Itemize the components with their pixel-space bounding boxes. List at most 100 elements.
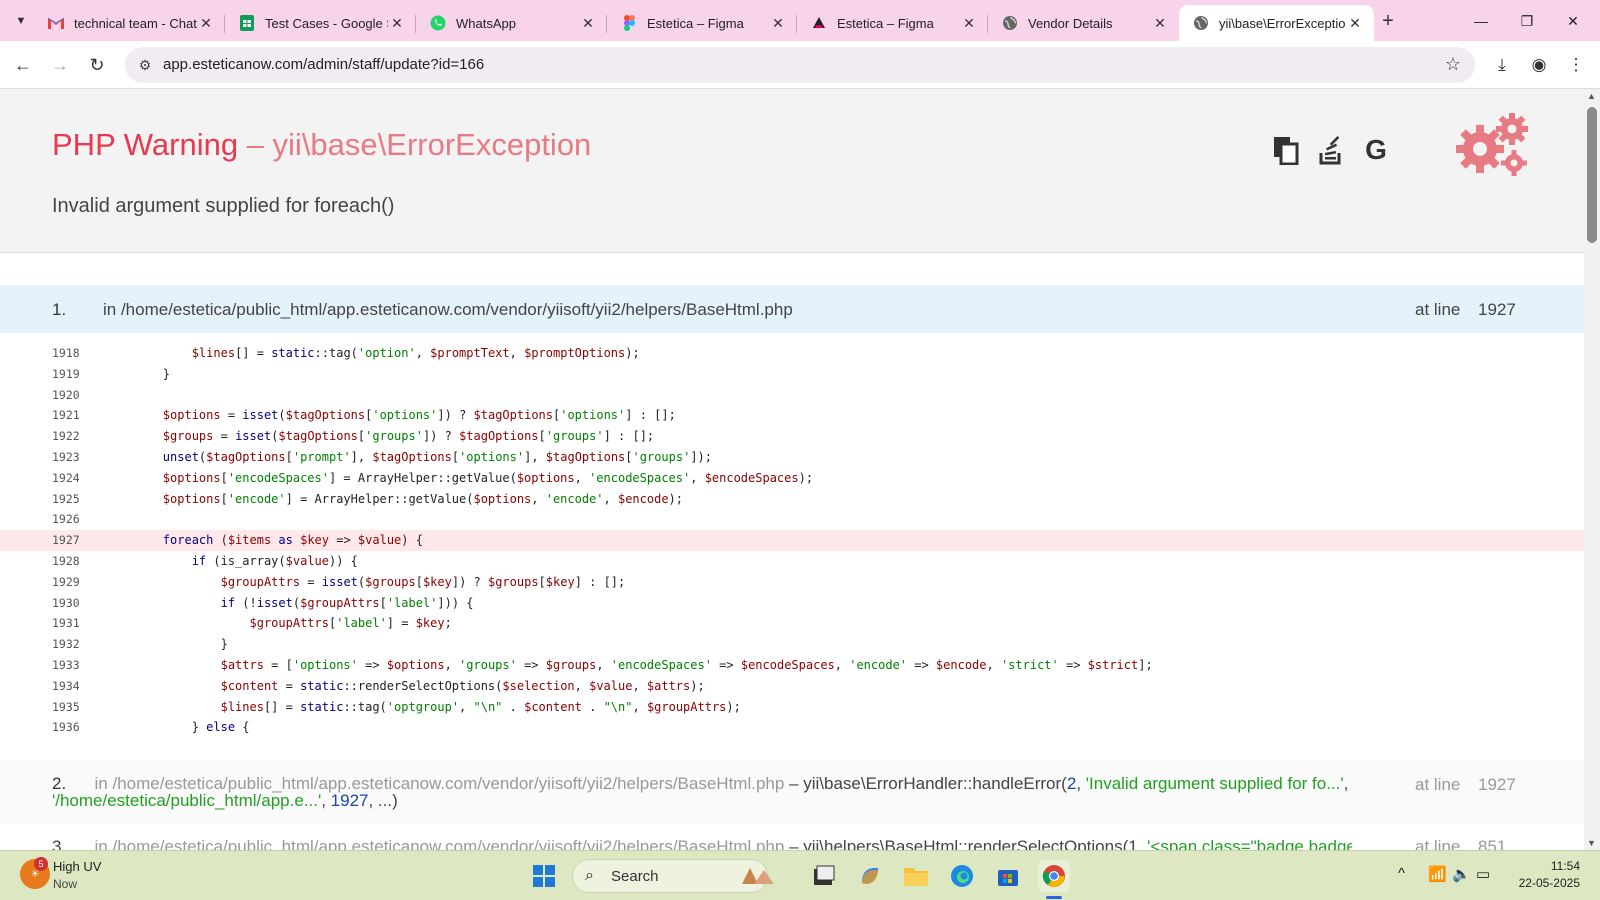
code-line: 1924 $options['encodeSpaces'] = ArrayHel… bbox=[0, 468, 1584, 489]
figma-dark-icon bbox=[811, 15, 827, 31]
call-stack-item[interactable]: 3. in /home/estetica/public_html/app.est… bbox=[0, 835, 1584, 850]
close-tab-icon[interactable]: ✕ bbox=[1346, 15, 1364, 32]
code-text: } bbox=[105, 637, 228, 652]
code-line: 1931 $groupAttrs['label'] = $key; bbox=[0, 613, 1584, 634]
copilot-icon[interactable] bbox=[854, 860, 886, 892]
close-tab-icon[interactable]: ✕ bbox=[197, 15, 215, 32]
browser-toolbar: ← → ↻ ⚙ app.esteticanow.com/admin/staff/… bbox=[0, 41, 1600, 89]
bookmark-star-icon[interactable]: ☆ bbox=[1445, 54, 1461, 75]
code-text: $options = isset($tagOptions['options'])… bbox=[162, 408, 676, 423]
code-text: $options['encodeSpaces'] = ArrayHelper::… bbox=[162, 470, 814, 485]
code-line: 1934 $content = static::renderSelectOpti… bbox=[0, 676, 1584, 697]
call-stack-item[interactable]: 1. in /home/estetica/public_html/app.est… bbox=[0, 285, 1584, 333]
code-line: 1922 $groups = isset($tagOptions['groups… bbox=[0, 426, 1584, 447]
code-text: foreach ($items as $key => $value) { bbox=[162, 533, 423, 548]
code-line: 1919 } bbox=[0, 364, 1584, 385]
back-button[interactable]: ← bbox=[9, 51, 37, 79]
error-message: Invalid argument supplied for foreach() bbox=[52, 195, 395, 217]
code-line: 1936 } else { bbox=[0, 717, 1584, 738]
site-info-icon[interactable]: ⚙ bbox=[135, 55, 155, 75]
call-stack-item[interactable]: 2. in /home/estetica/public_html/app.est… bbox=[0, 760, 1584, 824]
tab-7[interactable]: yii\base\ErrorException ✕ bbox=[1179, 5, 1374, 41]
scrollbar-thumb[interactable] bbox=[1587, 107, 1597, 243]
copy-stacktrace-icon[interactable] bbox=[1270, 133, 1302, 167]
code-text: $groups = isset($tagOptions['groups']) ?… bbox=[162, 429, 655, 444]
chevron-up-icon[interactable]: ^ bbox=[1398, 865, 1405, 882]
line-number: 1932 bbox=[52, 637, 80, 652]
call-file-path: in /home/estetica/public_html/app.esteti… bbox=[94, 837, 785, 850]
battery-icon[interactable]: ▭ bbox=[1476, 865, 1490, 883]
code-text: $lines[] = static::tag('option', $prompt… bbox=[191, 346, 640, 360]
weather-subtitle: Now bbox=[53, 877, 78, 891]
close-tab-icon[interactable]: ✕ bbox=[960, 15, 978, 32]
code-snippet: 1918 $lines[] = static::tag('option', $p… bbox=[0, 343, 1584, 751]
line-number: 1919 bbox=[52, 366, 80, 381]
close-tab-icon[interactable]: ✕ bbox=[769, 15, 787, 32]
code-line: 1927 foreach ($items as $key => $value) … bbox=[0, 530, 1584, 552]
system-clock[interactable]: 11:54 22-05-2025 bbox=[1519, 858, 1580, 892]
code-line: 1935 $lines[] = static::tag('optgroup', … bbox=[0, 697, 1584, 718]
code-line: 1921 $options = isset($tagOptions['optio… bbox=[0, 405, 1584, 426]
restore-button[interactable]: ❐ bbox=[1504, 6, 1550, 36]
close-tab-icon[interactable]: ✕ bbox=[579, 15, 597, 32]
url-text[interactable]: app.esteticanow.com/admin/staff/update?i… bbox=[163, 56, 484, 73]
chrome-taskbar-icon[interactable] bbox=[1038, 860, 1070, 892]
line-number: 1931 bbox=[52, 616, 80, 631]
tab-title: Vendor Details bbox=[1028, 15, 1113, 31]
minimize-icon: — bbox=[1474, 13, 1488, 29]
tab-search-button[interactable]: ▼ bbox=[8, 8, 34, 34]
menu-kebab-icon[interactable]: ⋮ bbox=[1564, 53, 1588, 77]
windows-start-icon[interactable] bbox=[528, 860, 560, 892]
file-explorer-icon[interactable] bbox=[900, 860, 932, 892]
profile-icon[interactable]: ◉ bbox=[1527, 53, 1551, 77]
close-window-button[interactable]: ✕ bbox=[1550, 6, 1596, 36]
figma-icon bbox=[621, 15, 637, 31]
wifi-icon[interactable]: 📶 bbox=[1428, 865, 1447, 883]
page-scrollbar[interactable]: ▲ ▼ bbox=[1584, 89, 1600, 850]
line-number: 1930 bbox=[52, 595, 80, 610]
address-bar[interactable]: ⚙ app.esteticanow.com/admin/staff/update… bbox=[125, 47, 1475, 83]
code-text: if (!isset($groupAttrs['label'])) { bbox=[220, 595, 474, 610]
search-highlight-icon bbox=[736, 860, 780, 892]
call-file-path: in /home/estetica/public_html/app.esteti… bbox=[103, 300, 793, 319]
scroll-down-icon[interactable]: ▼ bbox=[1587, 838, 1596, 848]
scroll-up-icon[interactable]: ▲ bbox=[1587, 91, 1596, 101]
task-view-icon[interactable] bbox=[808, 860, 840, 892]
restore-icon: ❐ bbox=[1520, 12, 1534, 29]
code-text: $options['encode'] = ArrayHelper::getVal… bbox=[162, 491, 683, 506]
call-line-number: 1927 bbox=[1478, 300, 1516, 319]
code-line: 1929 $groupAttrs = isset($groups[$key]) … bbox=[0, 572, 1584, 593]
tab-2[interactable]: Test Cases - Google Sh✕ bbox=[225, 5, 416, 41]
tab-5[interactable]: Estetica – Figma ✕ bbox=[797, 5, 988, 41]
close-tab-icon[interactable]: ✕ bbox=[1151, 15, 1169, 32]
stackoverflow-icon[interactable] bbox=[1315, 133, 1347, 167]
google-search-icon[interactable]: G bbox=[1360, 133, 1392, 167]
reload-button[interactable]: ↻ bbox=[83, 51, 111, 79]
page-content: PHP Warning – yii\base\ErrorException In… bbox=[0, 89, 1584, 850]
code-text: unset($tagOptions['prompt'], $tagOptions… bbox=[162, 450, 712, 464]
gears-icon bbox=[1456, 113, 1528, 176]
close-tab-icon[interactable]: ✕ bbox=[388, 15, 406, 32]
minimize-button[interactable]: — bbox=[1458, 6, 1504, 36]
line-number: 1935 bbox=[52, 699, 80, 714]
weather-title[interactable]: High UV bbox=[53, 859, 101, 874]
new-tab-button[interactable]: + bbox=[1375, 8, 1401, 34]
tab-6[interactable]: Vendor Details ✕ bbox=[988, 5, 1179, 41]
error-title: PHP Warning – yii\base\ErrorException bbox=[52, 127, 592, 162]
microsoft-store-icon[interactable] bbox=[992, 860, 1024, 892]
line-number: 1928 bbox=[52, 554, 80, 568]
weather-badge: 5 bbox=[34, 857, 48, 871]
call-line-number: 1927 bbox=[1478, 775, 1516, 794]
tab-title: Test Cases - Google Sh bbox=[265, 15, 388, 31]
code-line: 1928 if (is_array($value)) { bbox=[0, 551, 1584, 572]
volume-icon[interactable]: 🔈 bbox=[1452, 865, 1471, 883]
tab-title: yii\base\ErrorException bbox=[1219, 15, 1346, 31]
tab-1[interactable]: technical team - Chat ✕ bbox=[34, 5, 225, 41]
code-text: $attrs = ['options' => $options, 'groups… bbox=[220, 658, 1153, 672]
edge-icon[interactable] bbox=[946, 860, 978, 892]
forward-button[interactable]: → bbox=[46, 51, 74, 79]
tab-3[interactable]: WhatsApp ✕ bbox=[416, 5, 607, 41]
tab-strip: ▼ technical team - Chat ✕ Test Cases - Goo… bbox=[0, 0, 1600, 41]
download-icon[interactable]: ⤓ bbox=[1490, 53, 1514, 77]
tab-4[interactable]: Estetica – Figma ✕ bbox=[607, 5, 797, 41]
